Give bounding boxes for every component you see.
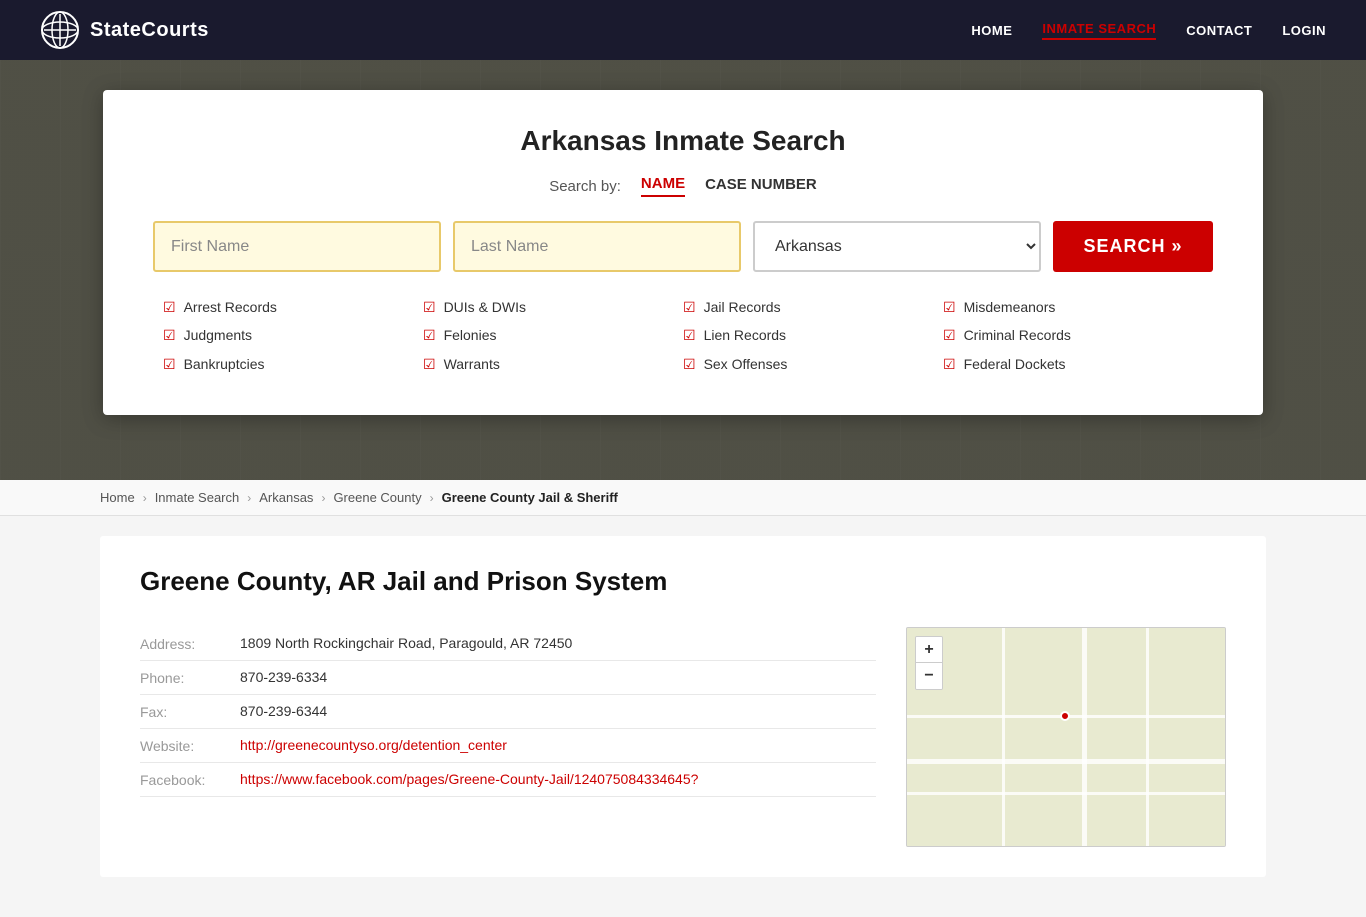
info-section: Address: 1809 North Rockingchair Road, Pa… (140, 627, 876, 847)
check-icon: ☑ (163, 324, 176, 346)
search-by-row: Search by: NAME CASE NUMBER (153, 175, 1213, 197)
logo-text: StateCourts (90, 19, 209, 42)
info-row: Phone: 870-239-6334 (140, 661, 876, 695)
check-icon: ☑ (943, 353, 956, 375)
search-by-label: Search by: (549, 178, 621, 195)
info-label: Website: (140, 737, 220, 754)
map-zoom-out[interactable]: − (916, 663, 942, 689)
check-icon: ☑ (423, 296, 436, 318)
feature-item: ☑ Felonies (423, 324, 683, 346)
info-row: Facebook: https://www.facebook.com/pages/… (140, 763, 876, 797)
feature-item: ☑ Criminal Records (943, 324, 1203, 346)
breadcrumb-link[interactable]: Greene County (333, 490, 421, 505)
feature-item: ☑ DUIs & DWIs (423, 296, 683, 318)
check-icon: ☑ (683, 353, 696, 375)
nav-contact[interactable]: CONTACT (1186, 23, 1252, 38)
state-select[interactable]: AlabamaAlaskaArizonaArkansasCaliforniaCo… (753, 221, 1041, 272)
check-icon: ☑ (683, 324, 696, 346)
info-value[interactable]: http://greenecountyso.org/detention_cent… (240, 737, 876, 753)
breadcrumb-separator: › (430, 491, 434, 505)
check-icon: ☑ (163, 296, 176, 318)
tab-name[interactable]: NAME (641, 175, 685, 197)
feature-item: ☑ Judgments (163, 324, 423, 346)
main-nav: HOME INMATE SEARCH CONTACT LOGIN (971, 21, 1326, 40)
info-link[interactable]: http://greenecountyso.org/detention_cent… (240, 737, 507, 753)
info-value: 1809 North Rockingchair Road, Paragould,… (240, 635, 876, 651)
feature-item: ☑ Misdemeanors (943, 296, 1203, 318)
map-controls: + − (915, 636, 943, 690)
last-name-input[interactable] (453, 221, 741, 272)
nav-home[interactable]: HOME (971, 23, 1012, 38)
info-link[interactable]: https://www.facebook.com/pages/Greene-Co… (240, 771, 698, 787)
breadcrumb-current: Greene County Jail & Sheriff (442, 490, 618, 505)
info-label: Facebook: (140, 771, 220, 788)
content-title: Greene County, AR Jail and Prison System (140, 566, 1226, 597)
search-button[interactable]: SEARCH » (1053, 221, 1213, 272)
feature-item: ☑ Arrest Records (163, 296, 423, 318)
feature-item: ☑ Federal Dockets (943, 353, 1203, 375)
features-grid: ☑ Arrest Records ☑ DUIs & DWIs ☑ Jail Records… (153, 296, 1213, 375)
check-icon: ☑ (163, 353, 176, 375)
feature-label: Federal Dockets (964, 353, 1066, 375)
feature-label: Sex Offenses (704, 353, 788, 375)
map-section: + − (906, 627, 1226, 847)
feature-label: Arrest Records (184, 296, 277, 318)
check-icon: ☑ (423, 324, 436, 346)
info-label: Phone: (140, 669, 220, 686)
feature-label: Jail Records (704, 296, 781, 318)
check-icon: ☑ (943, 324, 956, 346)
header: StateCourts HOME INMATE SEARCH CONTACT L… (0, 0, 1366, 60)
breadcrumb-separator: › (247, 491, 251, 505)
info-row: Fax: 870-239-6344 (140, 695, 876, 729)
logo-icon (40, 10, 80, 50)
logo-area: StateCourts (40, 10, 209, 50)
breadcrumb: Home › Inmate Search › Arkansas › Greene Count… (0, 480, 1366, 516)
feature-item: ☑ Bankruptcies (163, 353, 423, 375)
map-placeholder: + − (907, 628, 1225, 846)
feature-label: Misdemeanors (964, 296, 1056, 318)
main-content: Greene County, AR Jail and Prison System… (0, 516, 1366, 917)
nav-login[interactable]: LOGIN (1282, 23, 1326, 38)
info-row: Website: http://greenecountyso.org/detent… (140, 729, 876, 763)
info-label: Fax: (140, 703, 220, 720)
feature-label: Warrants (444, 353, 500, 375)
check-icon: ☑ (683, 296, 696, 318)
feature-label: Lien Records (704, 324, 787, 346)
feature-label: Felonies (444, 324, 497, 346)
breadcrumb-separator: › (321, 491, 325, 505)
info-label: Address: (140, 635, 220, 652)
content-with-map: Address: 1809 North Rockingchair Road, Pa… (140, 627, 1226, 847)
search-card-title: Arkansas Inmate Search (153, 125, 1213, 157)
feature-item: ☑ Sex Offenses (683, 353, 943, 375)
feature-label: Criminal Records (964, 324, 1071, 346)
nav-inmate-search[interactable]: INMATE SEARCH (1042, 21, 1156, 40)
feature-item: ☑ Lien Records (683, 324, 943, 346)
info-row: Address: 1809 North Rockingchair Road, Pa… (140, 627, 876, 661)
hero-section: COURTHOUSE Arkansas Inmate Search Search… (0, 60, 1366, 480)
info-value: 870-239-6334 (240, 669, 876, 685)
breadcrumb-link[interactable]: Home (100, 490, 135, 505)
content-card: Greene County, AR Jail and Prison System… (100, 536, 1266, 877)
search-fields: AlabamaAlaskaArizonaArkansasCaliforniaCo… (153, 221, 1213, 272)
search-card: Arkansas Inmate Search Search by: NAME C… (103, 90, 1263, 415)
info-value[interactable]: https://www.facebook.com/pages/Greene-Co… (240, 771, 876, 787)
breadcrumb-link[interactable]: Arkansas (259, 490, 313, 505)
info-value: 870-239-6344 (240, 703, 876, 719)
check-icon: ☑ (423, 353, 436, 375)
feature-label: Bankruptcies (184, 353, 265, 375)
feature-label: Judgments (184, 324, 252, 346)
feature-label: DUIs & DWIs (444, 296, 526, 318)
check-icon: ☑ (943, 296, 956, 318)
tab-case[interactable]: CASE NUMBER (705, 176, 817, 196)
first-name-input[interactable] (153, 221, 441, 272)
breadcrumb-separator: › (143, 491, 147, 505)
feature-item: ☑ Warrants (423, 353, 683, 375)
feature-item: ☑ Jail Records (683, 296, 943, 318)
breadcrumb-link[interactable]: Inmate Search (155, 490, 240, 505)
map-zoom-in[interactable]: + (916, 637, 942, 663)
